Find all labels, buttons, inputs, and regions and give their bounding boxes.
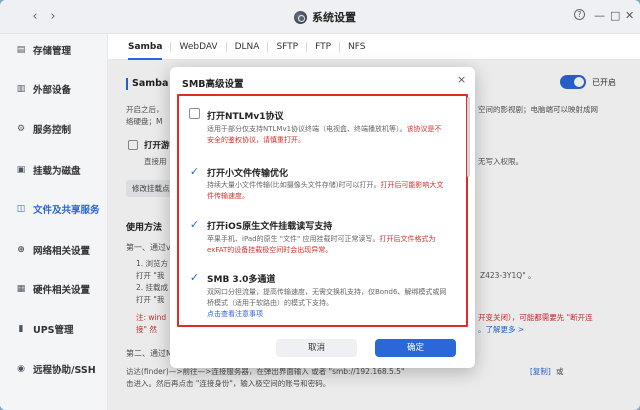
ios-native-desc-text: 苹果手机、iPad的原生 "文件" 应用挂载时可正常读写。 <box>207 235 380 243</box>
device-icon: ▥ <box>16 84 26 94</box>
storage-icon: ▤ <box>16 45 26 55</box>
tab-sftp[interactable]: SFTP <box>268 34 306 60</box>
window-title: 系统设置 <box>312 11 356 24</box>
tab-webdav[interactable]: WebDAV <box>171 34 225 60</box>
sidebar-item-network[interactable]: ⊕ 网络相关设置 <box>0 235 108 265</box>
title-bar: ‹ › 系统设置 ? — □ ✕ <box>0 0 640 34</box>
cancel-button[interactable]: 取消 <box>276 339 357 357</box>
sidebar-item-label: 挂载为磁盘 <box>33 166 81 177</box>
tab-samba[interactable]: Samba <box>120 34 170 60</box>
window-title-group: 系统设置 <box>294 9 356 25</box>
settings-window: ‹ › 系统设置 ? — □ ✕ ▤ 存储管理 ▥ 外部设备 ⚙ 服务控制 ▣ … <box>0 0 640 410</box>
service-icon: ⚙ <box>16 124 26 134</box>
sidebar-item-hardware[interactable]: ▦ 硬件相关设置 <box>0 274 108 304</box>
close-icon[interactable]: ✕ <box>625 9 634 23</box>
sidebar-item-storage[interactable]: ▤ 存储管理 <box>0 35 108 65</box>
tab-nfs[interactable]: NFS <box>340 34 373 60</box>
sidebar-item-label: 服务控制 <box>33 125 72 136</box>
small-file-desc-text: 持续大量小文件传输(比如摄像头文件存储)时可以打开。 <box>207 181 381 189</box>
smb3-multichannel-title: SMB 3.0多通道 <box>207 275 276 285</box>
sidebar-item-remote-ssh[interactable]: ◉ 远程协助/SSH <box>0 354 108 384</box>
sidebar-item-label: 文件及共享服务 <box>33 205 100 216</box>
smb3-multichannel-desc: 双网口分担流量，提高传输速度，无需交换机支持，仅Bond6、解绑模式或网桥模式（… <box>207 287 447 320</box>
ios-native-checkbox[interactable]: ✓ <box>189 219 200 230</box>
sidebar: ▤ 存储管理 ▥ 外部设备 ⚙ 服务控制 ▣ 挂载为磁盘 ◫ 文件及共享服务 ⊕… <box>0 34 108 410</box>
small-file-desc: 持续大量小文件传输(比如摄像头文件存储)时可以打开。打开后可能影响大文件传输速度… <box>207 180 447 202</box>
sidebar-item-service-control[interactable]: ⚙ 服务控制 <box>0 114 108 144</box>
sidebar-item-label: 外部设备 <box>33 85 72 96</box>
ios-native-title: 打开iOS原生文件挂载读写支持 <box>207 222 333 232</box>
forward-icon[interactable]: › <box>46 10 60 24</box>
dialog-title: SMB高级设置 <box>182 79 244 90</box>
scrollbar[interactable] <box>467 97 470 177</box>
remote-icon: ◉ <box>17 364 25 374</box>
ntlmv1-checkbox[interactable] <box>189 108 200 119</box>
ups-icon: ▮ <box>18 324 24 334</box>
sidebar-item-label: 网络相关设置 <box>33 246 91 257</box>
sidebar-item-ups[interactable]: ▮ UPS管理 <box>0 314 108 344</box>
small-file-checkbox[interactable]: ✓ <box>189 166 200 177</box>
sidebar-item-label: 存储管理 <box>33 46 72 57</box>
smb3-notice-link[interactable]: 点击查看注意事项 <box>207 310 263 318</box>
back-icon[interactable]: ‹ <box>28 10 42 24</box>
help-icon[interactable]: ? <box>574 9 585 20</box>
maximize-icon[interactable]: □ <box>610 9 620 23</box>
smb3-multichannel-checkbox[interactable]: ✓ <box>189 272 200 283</box>
small-file-title: 打开小文件传输优化 <box>207 169 289 179</box>
confirm-button[interactable]: 确定 <box>375 339 456 357</box>
tab-dlna[interactable]: DLNA <box>227 34 268 60</box>
tab-ftp[interactable]: FTP <box>307 34 339 60</box>
sidebar-item-label: UPS管理 <box>33 325 74 336</box>
smb-advanced-dialog: SMB高级设置 × 打开NTLMv1协议 适用于部分仅支持NTLMv1协议终端（… <box>170 67 475 368</box>
ntlmv1-desc-text: 适用于部分仅支持NTLMv1协议终端（电视盒、终端播放机等）。 <box>207 125 407 133</box>
network-icon: ⊕ <box>17 245 25 255</box>
ios-native-desc: 苹果手机、iPad的原生 "文件" 应用挂载时可正常读写。打开后文件格式为exF… <box>207 234 447 256</box>
protocol-tabs: Samba WebDAV DLNA SFTP FTP NFS <box>108 34 640 60</box>
sidebar-item-external-devices[interactable]: ▥ 外部设备 <box>0 74 108 104</box>
ntlmv1-title: 打开NTLMv1协议 <box>207 112 284 122</box>
share-icon: ◫ <box>16 204 26 214</box>
sidebar-item-label: 硬件相关设置 <box>33 285 91 296</box>
hardware-icon: ▦ <box>16 284 26 294</box>
ntlmv1-desc: 适用于部分仅支持NTLMv1协议终端（电视盒、终端播放机等）。该协议是不安全的鉴… <box>207 124 447 146</box>
close-icon[interactable]: × <box>457 74 466 86</box>
settings-app-icon <box>294 10 307 24</box>
smb3-multichannel-desc-text: 双网口分担流量，提高传输速度，无需交换机支持，仅Bond6、解绑模式或网桥模式（… <box>207 288 447 307</box>
sidebar-item-label: 远程协助/SSH <box>33 365 96 376</box>
sidebar-item-mount-disk[interactable]: ▣ 挂载为磁盘 <box>0 155 108 185</box>
sidebar-item-file-sharing[interactable]: ◫ 文件及共享服务 <box>0 194 108 224</box>
mount-icon: ▣ <box>16 165 26 175</box>
minimize-icon[interactable]: — <box>594 9 605 23</box>
